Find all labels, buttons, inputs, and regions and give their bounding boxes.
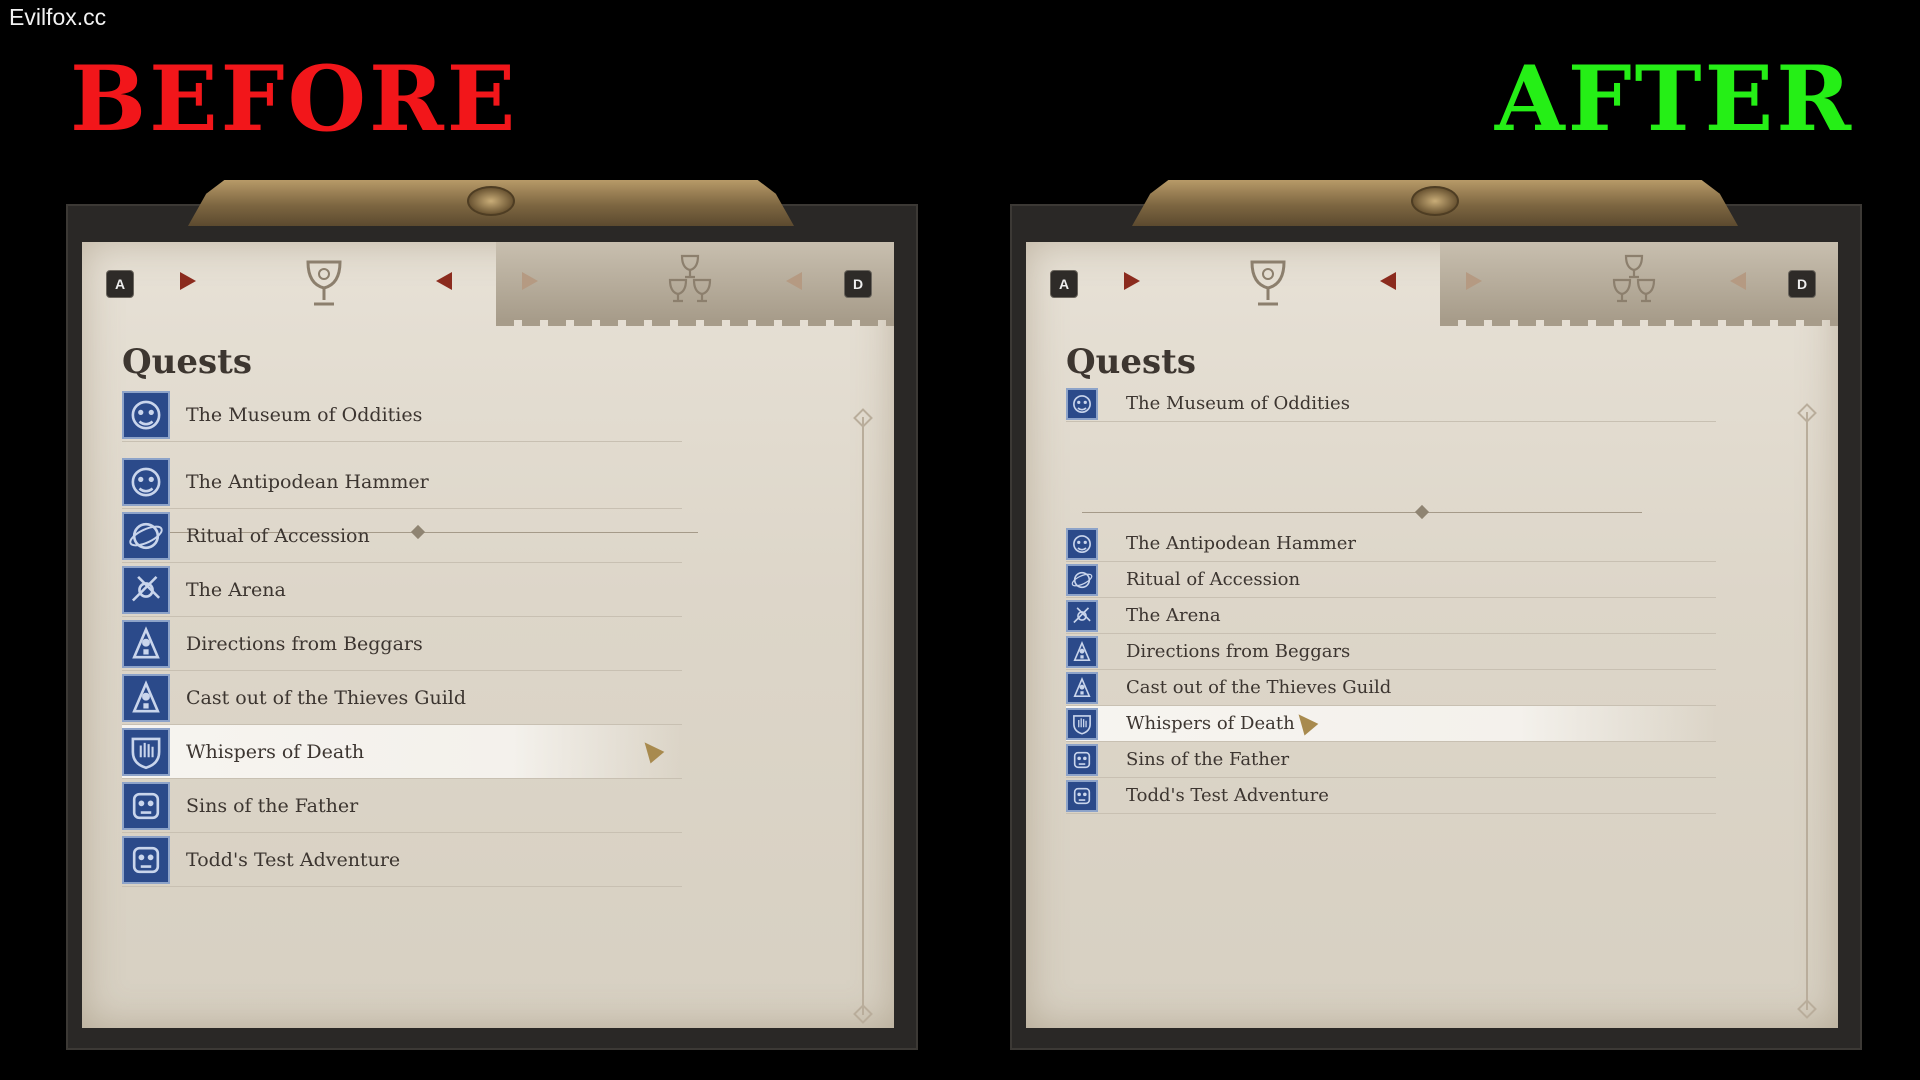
mask-icon: [122, 457, 170, 506]
trim-medallion: [1411, 186, 1459, 216]
page-title: Quests: [1066, 342, 1196, 382]
quest-title: The Arena: [186, 578, 286, 601]
quest-row[interactable]: The Museum of Oddities: [122, 388, 682, 442]
quest-title: Cast out of the Thieves Guild: [1126, 677, 1392, 698]
quest-title: The Arena: [1126, 605, 1221, 626]
key-prompt-next[interactable]: D: [844, 270, 872, 298]
chalice-icon[interactable]: [296, 254, 352, 310]
quest-title: The Museum of Oddities: [1126, 393, 1350, 414]
key-prompt-prev[interactable]: A: [1050, 270, 1078, 298]
hand-shield-icon: [1066, 707, 1098, 740]
face-icon: [1066, 743, 1098, 776]
chalice-icon[interactable]: [1240, 254, 1296, 310]
quest-title: Ritual of Accession: [186, 524, 370, 547]
journal-panel-before: A D Quests The Museum of Oddities The An: [66, 180, 918, 1050]
arrow-left-icon: [786, 272, 802, 290]
key-prompt-prev[interactable]: A: [106, 270, 134, 298]
quest-title: The Museum of Oddities: [186, 403, 423, 426]
scroll-down-icon[interactable]: [1797, 999, 1817, 1019]
quest-title: Directions from Beggars: [1126, 641, 1351, 662]
quest-row[interactable]: The Arena: [122, 563, 682, 617]
ornate-trim: [1132, 180, 1738, 226]
section-divider: [1082, 512, 1642, 513]
quest-title: Whispers of Death: [186, 740, 365, 763]
hooded-figure-icon: [1066, 671, 1098, 704]
arrow-left-icon: [1730, 272, 1746, 290]
scroll-up-icon[interactable]: [853, 408, 873, 428]
ornate-trim: [188, 180, 794, 226]
parchment-page: A D Quests The Museum of Oddities The An: [1026, 242, 1838, 1028]
parchment-page: A D Quests The Museum of Oddities The An: [82, 242, 894, 1028]
mask-icon: [1066, 527, 1098, 560]
quest-row[interactable]: Cast out of the Thieves Guild: [122, 671, 682, 725]
quest-row[interactable]: Ritual of Accession: [122, 509, 682, 563]
quest-row[interactable]: Todd's Test Adventure: [1066, 778, 1716, 814]
mask-icon: [1066, 387, 1098, 420]
page-title: Quests: [122, 342, 252, 382]
face-icon: [122, 835, 170, 884]
quest-title: The Antipodean Hammer: [1126, 533, 1356, 554]
scrollbar-track[interactable]: [1806, 412, 1808, 1010]
arrow-left-icon: [1380, 272, 1396, 290]
arrow-left-icon: [436, 272, 452, 290]
quest-row-selected[interactable]: Whispers of Death: [1066, 706, 1716, 742]
scrollbar-track[interactable]: [862, 417, 864, 1015]
arrow-right-icon: [1466, 272, 1482, 290]
quest-title: Todd's Test Adventure: [186, 848, 401, 871]
triple-chalice-icon[interactable]: [662, 254, 718, 310]
quest-row[interactable]: The Arena: [1066, 598, 1716, 634]
quest-row[interactable]: Cast out of the Thieves Guild: [1066, 670, 1716, 706]
quest-title: Cast out of the Thieves Guild: [186, 686, 467, 709]
arrow-right-icon: [180, 272, 196, 290]
quest-row[interactable]: Todd's Test Adventure: [122, 833, 682, 887]
quest-row[interactable]: Directions from Beggars: [1066, 634, 1716, 670]
arena-icon: [1066, 599, 1098, 632]
hand-shield-icon: [122, 727, 170, 776]
quest-row-selected[interactable]: Whispers of Death: [122, 725, 682, 779]
watermark: Evilfox.cc: [9, 4, 107, 30]
quest-row[interactable]: Ritual of Accession: [1066, 562, 1716, 598]
arrow-right-icon: [1124, 272, 1140, 290]
orb-icon: [122, 511, 170, 560]
face-icon: [1066, 779, 1098, 812]
journal-panel-after: A D Quests The Museum of Oddities The An: [1010, 180, 1862, 1050]
triple-chalice-icon[interactable]: [1606, 254, 1662, 310]
quest-row[interactable]: The Antipodean Hammer: [122, 455, 682, 509]
arena-icon: [122, 565, 170, 614]
mask-icon: [122, 390, 170, 439]
before-label: BEFORE: [70, 46, 519, 152]
quest-title: Sins of the Father: [186, 794, 359, 817]
quest-title: Ritual of Accession: [1126, 569, 1301, 590]
orb-icon: [1066, 563, 1098, 596]
quest-row[interactable]: The Antipodean Hammer: [1066, 526, 1716, 562]
quest-title: Directions from Beggars: [186, 632, 423, 655]
quest-row[interactable]: Sins of the Father: [122, 779, 682, 833]
quest-title: Sins of the Father: [1126, 749, 1290, 770]
quest-row[interactable]: Directions from Beggars: [122, 617, 682, 671]
hooded-figure-icon: [122, 619, 170, 668]
arrow-right-icon: [522, 272, 538, 290]
trim-medallion: [467, 186, 515, 216]
quest-title: Whispers of Death: [1126, 713, 1295, 734]
after-label: AFTER: [1494, 46, 1854, 152]
face-icon: [122, 781, 170, 830]
quest-row[interactable]: Sins of the Father: [1066, 742, 1716, 778]
key-prompt-next[interactable]: D: [1788, 270, 1816, 298]
quest-title: Todd's Test Adventure: [1126, 785, 1329, 806]
hooded-figure-icon: [122, 673, 170, 722]
quest-row[interactable]: The Museum of Oddities: [1066, 386, 1716, 422]
scroll-down-icon[interactable]: [853, 1004, 873, 1024]
scroll-up-icon[interactable]: [1797, 403, 1817, 423]
quest-title: The Antipodean Hammer: [186, 470, 429, 493]
divider-ornament-icon: [1414, 504, 1430, 520]
hooded-figure-icon: [1066, 635, 1098, 668]
